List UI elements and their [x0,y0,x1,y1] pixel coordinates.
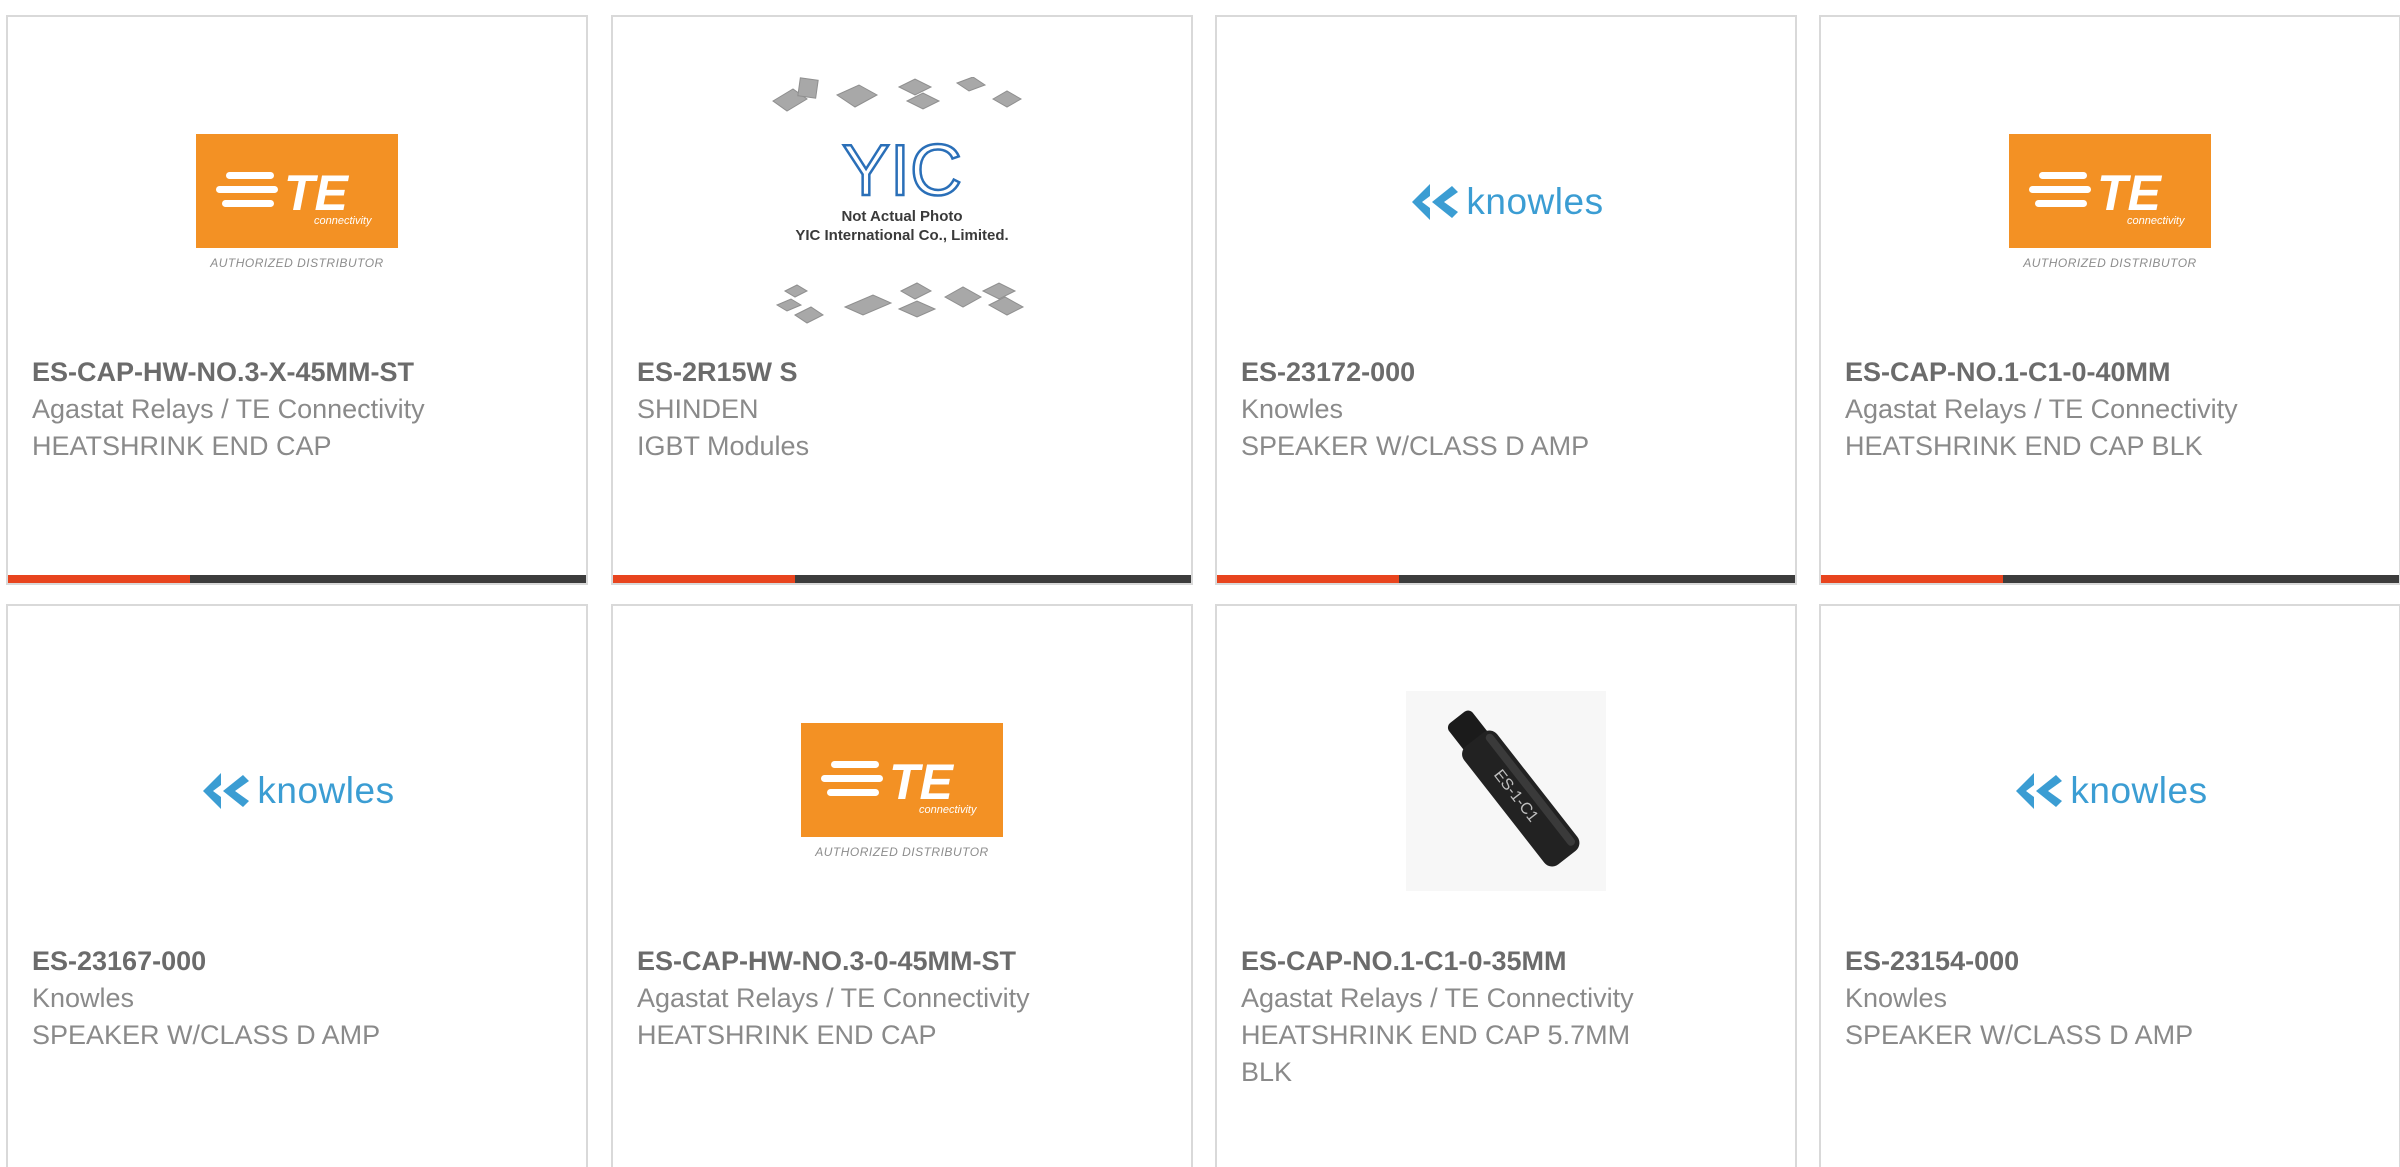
product-card[interactable]: TE connectivity AUTHORIZED DISTRIBUTOR E… [611,604,1193,1167]
knowles-logo: knowles [199,770,394,812]
part-number[interactable]: ES-CAP-NO.1-C1-0-40MM [1845,354,2375,391]
product-grid: TE connectivity AUTHORIZED DISTRIBUTOR E… [0,0,2400,1167]
svg-text:connectivity: connectivity [2127,215,2186,227]
te-connectivity-logo: TE connectivity AUTHORIZED DISTRIBUTOR [2009,134,2211,270]
description: HEATSHRINK END CAP [32,431,332,461]
product-image: TE connectivity AUTHORIZED DISTRIBUTOR [1821,77,2399,327]
product-image: TE connectivity AUTHORIZED DISTRIBUTOR [613,666,1191,916]
description: SPEAKER W/CLASS D AMP [1241,431,1590,461]
product-image: TE connectivity AUTHORIZED DISTRIBUTOR [8,77,586,327]
manufacturer: Agastat Relays / TE Connectivity [1845,394,2238,424]
manufacturer: Agastat Relays / TE Connectivity [1241,983,1634,1013]
te-connectivity-logo: TE connectivity AUTHORIZED DISTRIBUTOR [801,723,1003,859]
manufacturer: Knowles [1845,983,1948,1013]
end-cap-photo: ES-1-C1 [1406,691,1606,891]
te-connectivity-logo: TE connectivity AUTHORIZED DISTRIBUTOR [196,134,398,270]
svg-text:TE: TE [889,754,955,810]
description: IGBT Modules [637,431,810,461]
svg-text:TE: TE [2097,165,2163,221]
description: HEATSHRINK END CAP [637,1020,937,1050]
part-number[interactable]: ES-CAP-NO.1-C1-0-35MM [1241,943,1655,980]
part-number[interactable]: ES-CAP-HW-NO.3-0-45MM-ST [637,943,1167,980]
description: HEATSHRINK END CAP 5.7MM BLK [1241,1020,1631,1087]
part-number[interactable]: ES-23167-000 [32,943,562,980]
yic-placeholder-image: YIC Not Actual Photo YIC International C… [767,77,1037,327]
knowles-logo: knowles [1408,181,1603,223]
product-card[interactable]: knowles ES-23154-000 Knowles SPEAKER W/C… [1819,604,2400,1167]
product-image: knowles [1217,77,1795,327]
product-card[interactable]: TE connectivity AUTHORIZED DISTRIBUTOR E… [1819,15,2400,585]
authorized-distributor-label: AUTHORIZED DISTRIBUTOR [815,845,989,859]
part-number[interactable]: ES-23172-000 [1241,354,1771,391]
yic-caption-line2: YIC International Co., Limited. [795,227,1009,244]
manufacturer: Agastat Relays / TE Connectivity [637,983,1030,1013]
product-image: knowles [8,666,586,916]
product-card[interactable]: ES-1-C1 ES-CAP-NO.1-C1-0-35MM Agastat Re… [1215,604,1797,1167]
product-card[interactable]: knowles ES-23167-000 Knowles SPEAKER W/C… [6,604,588,1167]
authorized-distributor-label: AUTHORIZED DISTRIBUTOR [210,256,384,270]
description: SPEAKER W/CLASS D AMP [1845,1020,2194,1050]
card-bottom-bar [613,575,1191,583]
product-image: ES-1-C1 [1217,666,1795,916]
product-image: knowles [1821,666,2399,916]
card-bottom-bar [8,575,586,583]
svg-text:connectivity: connectivity [919,804,978,816]
part-number[interactable]: ES-2R15W S [637,354,1167,391]
authorized-distributor-label: AUTHORIZED DISTRIBUTOR [2023,256,2197,270]
manufacturer: Knowles [32,983,135,1013]
card-bottom-bar [1217,575,1795,583]
svg-text:YIC: YIC [842,131,962,211]
product-card[interactable]: YIC Not Actual Photo YIC International C… [611,15,1193,585]
svg-text:connectivity: connectivity [314,215,373,227]
product-image: YIC Not Actual Photo YIC International C… [613,77,1191,327]
description: HEATSHRINK END CAP BLK [1845,431,2203,461]
product-card[interactable]: knowles ES-23172-000 Knowles SPEAKER W/C… [1215,15,1797,585]
yic-caption-line1: Not Actual Photo [841,208,963,225]
product-card[interactable]: TE connectivity AUTHORIZED DISTRIBUTOR E… [6,15,588,585]
manufacturer: Knowles [1241,394,1344,424]
part-number[interactable]: ES-23154-000 [1845,943,2375,980]
card-bottom-bar [1821,575,2399,583]
te-brand-text: TE [284,165,350,221]
part-number[interactable]: ES-CAP-HW-NO.3-X-45MM-ST [32,354,562,391]
manufacturer: Agastat Relays / TE Connectivity [32,394,425,424]
knowles-logo: knowles [2012,770,2207,812]
description: SPEAKER W/CLASS D AMP [32,1020,381,1050]
manufacturer: SHINDEN [637,394,759,424]
